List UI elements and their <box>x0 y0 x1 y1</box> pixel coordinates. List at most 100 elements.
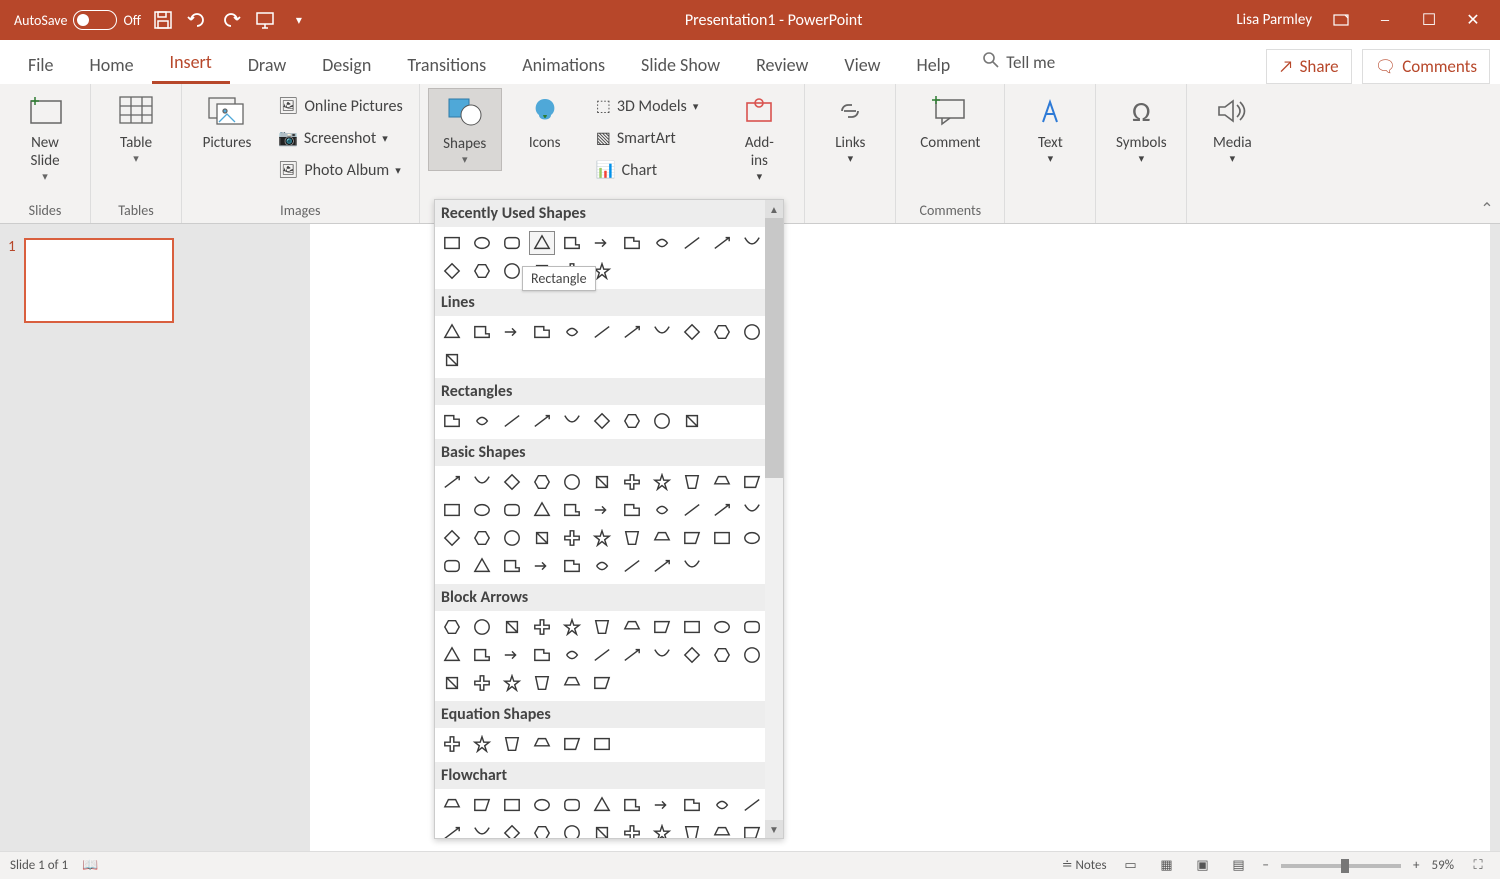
shape-item[interactable] <box>439 409 465 433</box>
shape-item[interactable] <box>589 821 615 839</box>
shape-item[interactable] <box>559 554 585 578</box>
qat-customize-icon[interactable]: ▾ <box>287 8 311 32</box>
shape-item[interactable] <box>709 615 735 639</box>
shape-item[interactable] <box>679 526 705 550</box>
autosave-toggle[interactable]: AutoSave Off <box>14 10 141 30</box>
shape-item[interactable] <box>709 643 735 667</box>
shape-item[interactable] <box>559 320 585 344</box>
shape-item[interactable] <box>529 671 555 695</box>
shape-item[interactable] <box>499 615 525 639</box>
shape-item[interactable] <box>439 526 465 550</box>
shape-item[interactable] <box>469 526 495 550</box>
shape-item[interactable] <box>649 821 675 839</box>
shape-item[interactable] <box>559 498 585 522</box>
shape-item[interactable] <box>649 409 675 433</box>
shape-item[interactable] <box>739 231 765 255</box>
shape-item[interactable] <box>499 732 525 756</box>
shape-item[interactable] <box>589 671 615 695</box>
shape-item[interactable] <box>499 320 525 344</box>
shape-item[interactable] <box>709 470 735 494</box>
shape-item[interactable] <box>499 498 525 522</box>
shape-item[interactable] <box>469 793 495 817</box>
shape-item[interactable] <box>559 643 585 667</box>
tab-transitions[interactable]: Transitions <box>389 44 504 84</box>
shape-item[interactable] <box>469 409 495 433</box>
shape-item[interactable] <box>439 554 465 578</box>
shape-item[interactable] <box>559 231 585 255</box>
shape-item[interactable] <box>589 526 615 550</box>
shape-item[interactable] <box>589 732 615 756</box>
shape-item[interactable] <box>589 793 615 817</box>
shape-item[interactable] <box>619 526 645 550</box>
shape-item[interactable] <box>499 526 525 550</box>
shape-item[interactable] <box>679 470 705 494</box>
scroll-down-icon[interactable]: ▼ <box>765 820 783 838</box>
shape-item[interactable] <box>589 498 615 522</box>
shape-item[interactable] <box>439 643 465 667</box>
zoom-in-icon[interactable]: + <box>1413 858 1419 873</box>
symbols-button[interactable]: Ω Symbols▾ <box>1104 88 1178 169</box>
tab-slideshow[interactable]: Slide Show <box>623 44 738 84</box>
shape-item[interactable] <box>439 470 465 494</box>
shape-item[interactable] <box>739 643 765 667</box>
shape-item[interactable] <box>469 498 495 522</box>
shape-item[interactable] <box>439 320 465 344</box>
shape-item[interactable] <box>649 615 675 639</box>
shape-item[interactable] <box>679 409 705 433</box>
shape-item[interactable] <box>469 231 495 255</box>
shape-item[interactable] <box>559 732 585 756</box>
fit-window-icon[interactable]: ⛶ <box>1466 856 1490 876</box>
tab-insert[interactable]: Insert <box>152 41 230 84</box>
normal-view-icon[interactable]: ▭ <box>1119 856 1143 876</box>
shape-item[interactable] <box>559 793 585 817</box>
shapes-button[interactable]: Shapes ▾ <box>428 88 502 171</box>
shape-item[interactable] <box>589 409 615 433</box>
shape-item[interactable] <box>529 320 555 344</box>
shape-item[interactable] <box>529 732 555 756</box>
shape-item[interactable] <box>619 409 645 433</box>
shape-item[interactable] <box>679 231 705 255</box>
shape-item[interactable] <box>619 470 645 494</box>
shape-item[interactable] <box>469 554 495 578</box>
sorter-view-icon[interactable]: ▦ <box>1155 856 1179 876</box>
shape-item[interactable] <box>679 793 705 817</box>
shape-item[interactable] <box>709 498 735 522</box>
shape-item[interactable] <box>529 498 555 522</box>
shape-item[interactable] <box>529 554 555 578</box>
shape-item[interactable] <box>619 554 645 578</box>
icons-button[interactable]: Icons <box>508 88 582 156</box>
models-button[interactable]: ⬚3D Models ▾ <box>590 92 705 120</box>
shape-item[interactable] <box>439 348 465 372</box>
shape-item[interactable] <box>739 320 765 344</box>
links-button[interactable]: Links▾ <box>813 88 887 169</box>
share-button[interactable]: ↗ Share <box>1266 49 1352 84</box>
tab-home[interactable]: Home <box>72 44 152 84</box>
shape-item[interactable] <box>619 498 645 522</box>
shape-item[interactable] <box>529 526 555 550</box>
shape-item[interactable] <box>649 231 675 255</box>
tab-view[interactable]: View <box>826 44 898 84</box>
shape-item[interactable] <box>469 615 495 639</box>
shape-item[interactable] <box>589 554 615 578</box>
shape-item[interactable] <box>499 409 525 433</box>
maximize-icon[interactable]: ☐ <box>1414 8 1444 32</box>
shape-item[interactable] <box>439 498 465 522</box>
tab-file[interactable]: File <box>10 44 72 84</box>
shape-item[interactable] <box>439 615 465 639</box>
smartart-button[interactable]: ▧SmartArt <box>590 124 705 152</box>
online-pictures-button[interactable]: 🖼Online Pictures <box>272 92 409 120</box>
user-name[interactable]: Lisa Parmley <box>1236 11 1312 29</box>
zoom-slider[interactable] <box>1281 864 1401 868</box>
shape-item[interactable] <box>619 643 645 667</box>
shape-item[interactable] <box>649 793 675 817</box>
pictures-button[interactable]: Pictures <box>190 88 264 156</box>
shape-item[interactable] <box>679 821 705 839</box>
new-slide-button[interactable]: New Slide ▾ <box>8 88 82 187</box>
shape-item[interactable] <box>679 320 705 344</box>
shape-item[interactable] <box>559 615 585 639</box>
shape-item[interactable] <box>469 671 495 695</box>
shape-item[interactable] <box>739 498 765 522</box>
ribbon-display-icon[interactable] <box>1326 8 1356 32</box>
shape-item[interactable] <box>739 793 765 817</box>
shape-item[interactable] <box>439 231 465 255</box>
